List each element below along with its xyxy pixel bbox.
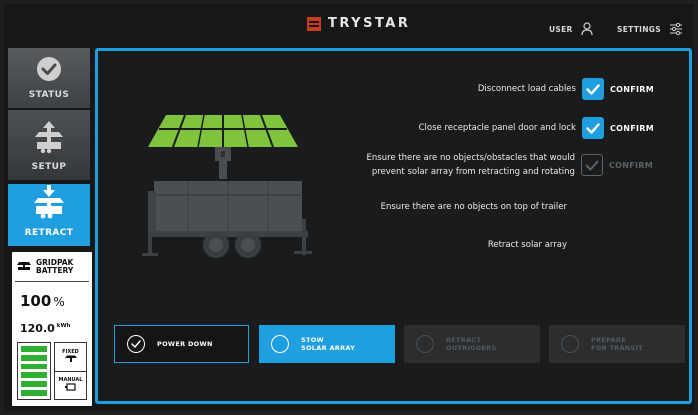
battery-energy-value: 120.0 bbox=[20, 322, 55, 335]
mode-manual[interactable]: MANUAL bbox=[55, 370, 86, 400]
user-label: USER bbox=[549, 24, 573, 34]
tab-retract[interactable]: RETRACT bbox=[8, 184, 90, 246]
empty-circle-icon bbox=[561, 335, 579, 353]
checklist-item: Retract solar array bbox=[488, 238, 567, 252]
battery-level-bar bbox=[21, 346, 47, 352]
checklist-item-text: Close receptacle panel door and lock bbox=[418, 123, 576, 133]
battery-percent: 100% bbox=[20, 292, 65, 310]
confirm-label[interactable]: CONFIRM bbox=[610, 85, 654, 94]
prepare-for-transit-button[interactable]: PREPARE FOR TRANSIT bbox=[549, 325, 685, 363]
battery-level-bar bbox=[21, 381, 47, 388]
checklist-item-text: Ensure there are no objects/obstacles th… bbox=[366, 153, 575, 177]
checkbox-checked[interactable] bbox=[581, 78, 604, 100]
empty-circle-icon bbox=[271, 335, 289, 353]
panel-fixed-icon bbox=[64, 355, 78, 365]
confirm-label: CONFIRM bbox=[608, 160, 653, 170]
user-icon bbox=[580, 22, 593, 36]
battery-panel: GRIDPAK BATTERY 100% 120.0 kWh FIXED MANU… bbox=[12, 252, 92, 406]
battery-level-bar bbox=[21, 363, 47, 370]
gridpak-icon bbox=[16, 257, 32, 276]
battery-level-bar bbox=[21, 390, 47, 396]
settings-button[interactable]: SETTINGS bbox=[617, 22, 683, 36]
retract-outriggers-button[interactable]: RETRACT OUTRIGGERS bbox=[404, 325, 540, 363]
solar-array-up-icon bbox=[32, 120, 66, 158]
battery-divider bbox=[15, 281, 89, 282]
confirm-label[interactable]: CONFIRM bbox=[610, 124, 654, 133]
logo-text: TRYSTAR bbox=[328, 16, 411, 31]
trailer-solar-array-illustration bbox=[142, 114, 312, 258]
checkmark-icon bbox=[586, 83, 600, 95]
stow-solar-array-button[interactable]: STOW SOLAR ARRAY bbox=[259, 325, 395, 363]
battery-energy: 120.0 kWh bbox=[20, 322, 70, 335]
mode-fixed[interactable]: FIXED bbox=[55, 343, 86, 371]
tab-setup[interactable]: SETUP bbox=[8, 110, 90, 180]
user-button[interactable]: USER bbox=[549, 22, 593, 36]
checklist-item: Close receptacle panel door and lock CON… bbox=[419, 117, 654, 139]
battery-level-bars bbox=[17, 342, 51, 400]
checkmark-icon bbox=[586, 122, 600, 134]
prepare-for-transit-label: PREPARE FOR TRANSIT bbox=[591, 336, 643, 352]
retract-outriggers-label: RETRACT OUTRIGGERS bbox=[446, 336, 497, 352]
settings-label: SETTINGS bbox=[617, 24, 661, 34]
manual-device-icon bbox=[64, 383, 78, 393]
battery-percent-unit: % bbox=[53, 295, 65, 309]
checklist-item: Ensure there are no objects on top of tr… bbox=[381, 200, 567, 214]
brand-logo: TRYSTAR bbox=[307, 16, 410, 31]
battery-energy-unit: kWh bbox=[56, 323, 71, 330]
battery-level-bar bbox=[21, 354, 47, 361]
checkmark-icon bbox=[585, 160, 599, 170]
solar-panel-array bbox=[148, 114, 298, 148]
power-down-label: POWER DOWN bbox=[157, 340, 213, 348]
checkbox-disabled[interactable] bbox=[580, 154, 603, 176]
solar-array-retract-icon bbox=[31, 184, 67, 224]
top-bar: TRYSTAR USER SETTINGS bbox=[4, 4, 694, 44]
empty-circle-icon bbox=[416, 335, 434, 353]
retract-main-panel: Disconnect load cables CONFIRM Close rec… bbox=[95, 48, 692, 404]
battery-modes: FIXED MANUAL bbox=[54, 342, 87, 400]
checkbox-checked[interactable] bbox=[581, 117, 604, 139]
tab-setup-label: SETUP bbox=[31, 162, 67, 172]
checklist-item-text: Ensure there are no objects on top of tr… bbox=[380, 202, 567, 212]
checklist-item: Ensure there are no objects/obstacles th… bbox=[367, 151, 653, 179]
tab-retract-label: RETRACT bbox=[24, 228, 74, 238]
power-down-button[interactable]: POWER DOWN bbox=[114, 325, 249, 363]
check-circle-icon bbox=[127, 335, 145, 353]
battery-percent-value: 100 bbox=[20, 292, 52, 310]
tab-status-label: STATUS bbox=[28, 90, 70, 100]
sliders-icon bbox=[669, 22, 683, 36]
battery-title-line2: BATTERY bbox=[36, 265, 74, 275]
stow-solar-array-label: STOW SOLAR ARRAY bbox=[301, 336, 356, 352]
check-circle-icon bbox=[36, 56, 62, 86]
battery-level-bar bbox=[21, 372, 47, 379]
battery-header: GRIDPAK BATTERY bbox=[16, 257, 73, 276]
checklist-item-text: Disconnect load cables bbox=[477, 84, 576, 94]
logo-mark-icon bbox=[307, 16, 321, 31]
checklist-item: Disconnect load cables CONFIRM bbox=[478, 78, 654, 100]
checklist-item-text: Retract solar array bbox=[487, 240, 567, 250]
tab-status[interactable]: STATUS bbox=[8, 48, 90, 108]
app-frame: TRYSTAR USER SETTINGS STATUS SETUP RETRA… bbox=[4, 4, 694, 411]
